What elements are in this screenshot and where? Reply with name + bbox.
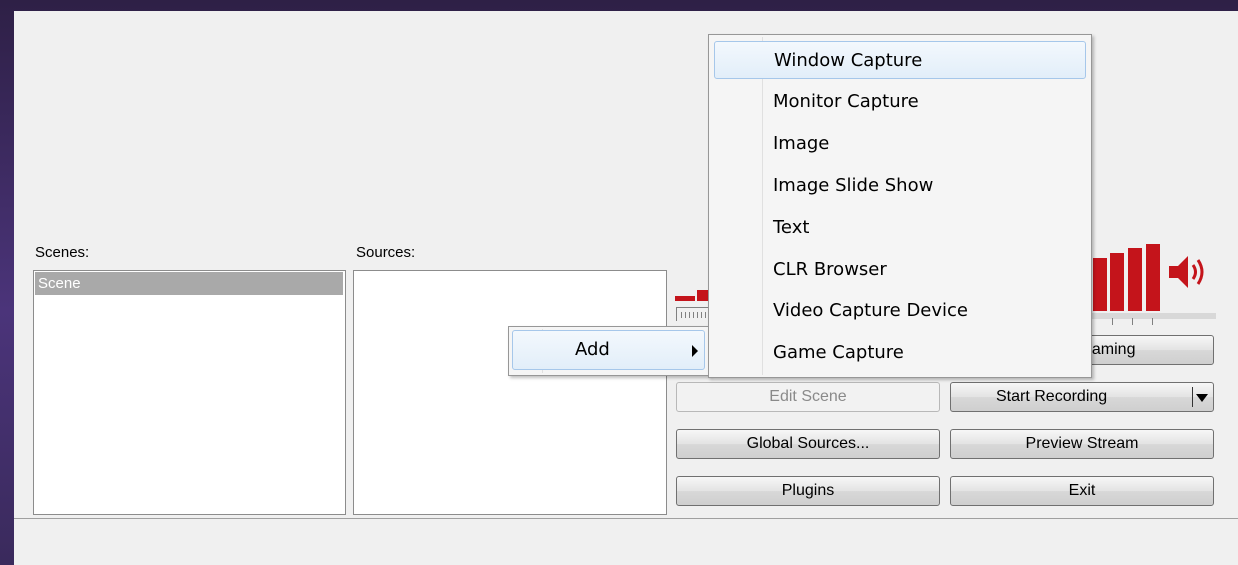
scenes-label: Scenes:: [35, 244, 90, 261]
scenes-listbox[interactable]: Scene: [33, 270, 346, 515]
submenu-item-game-capture[interactable]: Game Capture: [773, 334, 904, 372]
submenu-item-clr-browser[interactable]: CLR Browser: [773, 251, 887, 289]
submenu-item-image[interactable]: Image: [773, 125, 829, 163]
dropdown-separator: [1192, 387, 1193, 407]
submenu-item-window-capture[interactable]: Window Capture: [714, 41, 1086, 79]
dropdown-arrow-icon[interactable]: [1196, 394, 1208, 402]
scene-list-item[interactable]: Scene: [35, 272, 343, 295]
submenu-item-video-capture-device[interactable]: Video Capture Device: [773, 292, 968, 330]
add-source-submenu: Window Capture Monitor Capture Image Ima…: [708, 34, 1092, 378]
start-recording-button[interactable]: Start Recording: [950, 382, 1214, 412]
add-menu-item[interactable]: Add: [512, 330, 705, 370]
global-sources-button[interactable]: Global Sources...: [676, 429, 940, 459]
status-bar-divider: [14, 518, 1238, 519]
speaker-icon[interactable]: [1166, 252, 1208, 292]
plugins-button[interactable]: Plugins: [676, 476, 940, 506]
sources-listbox[interactable]: [353, 270, 667, 515]
submenu-item-monitor-capture[interactable]: Monitor Capture: [773, 83, 919, 121]
sources-label: Sources:: [356, 244, 416, 261]
exit-button[interactable]: Exit: [950, 476, 1214, 506]
submenu-item-text[interactable]: Text: [773, 209, 809, 247]
submenu-item-image-slide-show[interactable]: Image Slide Show: [773, 167, 933, 205]
preview-stream-button[interactable]: Preview Stream: [950, 429, 1214, 459]
start-recording-label: Start Recording: [996, 388, 1108, 405]
submenu-arrow-icon: [692, 345, 698, 357]
sources-context-menu: Add: [508, 326, 710, 376]
edit-scene-button[interactable]: Edit Scene: [676, 382, 940, 412]
add-menu-label: Add: [575, 339, 610, 360]
